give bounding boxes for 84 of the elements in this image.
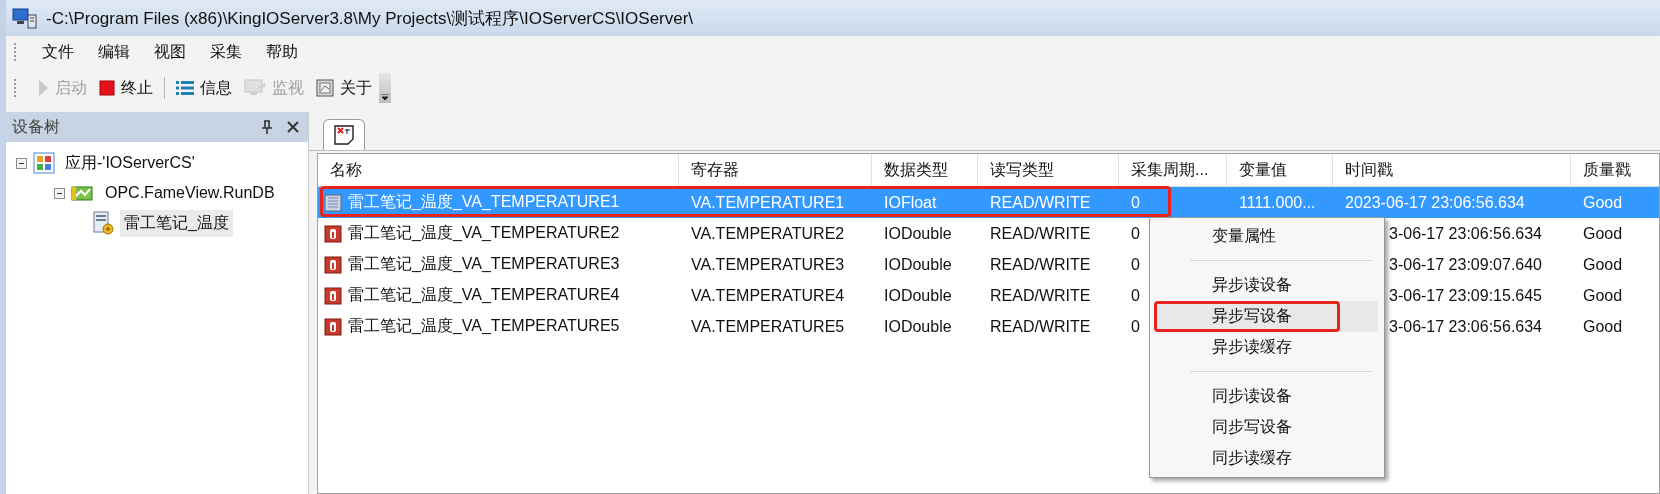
variable-icon (324, 286, 342, 305)
column-header[interactable]: 质量戳 (1571, 154, 1659, 186)
menu-item[interactable]: 异步读设备 (1156, 270, 1378, 301)
collapse-toggle[interactable] (16, 157, 27, 169)
table-cell: IODouble (884, 255, 952, 274)
app-icon (33, 152, 55, 174)
menu-item[interactable]: 帮助 (254, 38, 310, 66)
column-header[interactable]: 读写类型 (978, 154, 1119, 186)
table-cell: VA.TEMPERATURE2 (691, 224, 845, 243)
menu-item[interactable]: 编辑 (86, 38, 142, 66)
toolbar-button[interactable]: 关于 (311, 73, 377, 103)
table-cell: 3-06-17 23:06:56.634 (1389, 317, 1542, 336)
menu-item[interactable]: 视图 (142, 38, 198, 66)
column-header[interactable]: 寄存器 (679, 154, 872, 186)
menu-item[interactable]: 同步读缓存 (1156, 443, 1378, 474)
column-header[interactable]: 变量值 (1227, 154, 1333, 186)
table-cell: Good (1583, 317, 1623, 336)
table-cell: IOFloat (884, 193, 937, 212)
variable-icon (324, 317, 342, 336)
monitor-icon (244, 79, 266, 97)
tree-item[interactable]: 应用-'IOServerCS' (61, 149, 199, 177)
table-cell: Good (1583, 224, 1623, 243)
table-cell-text: 雷工笔记_温度_VA_TEMPERATURE2 (348, 223, 620, 243)
table-cell: VA.TEMPERATURE1 (691, 193, 845, 212)
table-cell-text: 雷工笔记_温度_VA_TEMPERATURE1 (348, 192, 620, 212)
table-cell: IODouble (884, 224, 952, 243)
variable-icon (324, 224, 342, 243)
play-icon (37, 79, 49, 97)
panel-title: 设备树 (12, 116, 61, 137)
menu-item[interactable]: 异步读缓存 (1156, 332, 1378, 363)
table-cell: VA.TEMPERATURE5 (691, 317, 845, 336)
table-cell: 0 (1131, 317, 1140, 336)
table-cell-text: 雷工笔记_温度_VA_TEMPERATURE3 (348, 254, 620, 274)
table-cell: IODouble (884, 317, 952, 336)
toolbar-overflow-button[interactable] (379, 73, 391, 103)
table-cell: Good (1583, 286, 1623, 305)
table-cell: 0 (1131, 286, 1140, 305)
table-cell: VA.TEMPERATURE3 (691, 255, 845, 274)
table-cell: READ/WRITE (990, 286, 1091, 305)
column-header[interactable]: 数据类型 (872, 154, 978, 186)
variable-icon (324, 193, 342, 212)
menu-item[interactable]: 异步写设备 (1156, 301, 1378, 332)
table-cell: READ/WRITE (990, 255, 1091, 274)
server-icon (92, 211, 114, 235)
table-cell: 1111.000... (1239, 193, 1316, 212)
table-cell: Good (1583, 255, 1623, 274)
collapse-toggle[interactable] (54, 187, 65, 199)
window-icon (316, 79, 334, 97)
table-cell: 0 (1131, 255, 1140, 274)
menu-item[interactable]: 同步写设备 (1156, 412, 1378, 443)
stop-icon (99, 80, 115, 96)
table-cell: READ/WRITE (990, 193, 1091, 212)
menu-item[interactable]: 同步读设备 (1156, 381, 1378, 412)
app-icon (12, 7, 38, 29)
table-cell: 3-06-17 23:06:56.634 (1389, 224, 1542, 243)
table-cell: 0 (1131, 224, 1140, 243)
tree-item[interactable]: OPC.FameView.RunDB (101, 181, 279, 205)
caret-icon (381, 94, 389, 100)
table-cell: Good (1583, 193, 1623, 212)
table-cell: READ/WRITE (990, 317, 1091, 336)
tree-item[interactable]: 雷工笔记_温度 (120, 209, 233, 237)
window-title: -C:\Program Files (x86)\KingIOServer3.8\My Projects\测试程序\IOServerCS\IOServer\ (46, 7, 694, 30)
table-cell: 2023-06-17 23:06:56.634 (1345, 193, 1525, 212)
column-header[interactable]: 采集周期... (1119, 154, 1227, 186)
menu-item[interactable]: 文件 (30, 38, 86, 66)
table-cell: 0 (1131, 193, 1140, 212)
variable-icon (324, 255, 342, 274)
column-header[interactable]: 名称 (318, 154, 679, 186)
table-cell: READ/WRITE (990, 224, 1091, 243)
document-icon (333, 124, 355, 146)
document-tab[interactable] (323, 119, 365, 150)
table-cell-text: 雷工笔记_温度_VA_TEMPERATURE4 (348, 285, 620, 305)
table-cell: 3-06-17 23:09:15.645 (1389, 286, 1542, 305)
table-cell: IODouble (884, 286, 952, 305)
table-cell-text: 雷工笔记_温度_VA_TEMPERATURE5 (348, 316, 620, 336)
table-cell: VA.TEMPERATURE4 (691, 286, 845, 305)
menu-item[interactable]: 采集 (198, 38, 254, 66)
menu-item[interactable]: 变量属性 (1156, 221, 1378, 252)
table-cell: 3-06-17 23:09:07.640 (1389, 255, 1542, 274)
list-icon (176, 80, 194, 96)
column-header[interactable]: 时间戳 (1333, 154, 1571, 186)
toolbar-button[interactable]: 终止 (94, 73, 158, 103)
card-icon (71, 184, 95, 202)
toolbar-button[interactable]: 信息 (171, 73, 237, 103)
